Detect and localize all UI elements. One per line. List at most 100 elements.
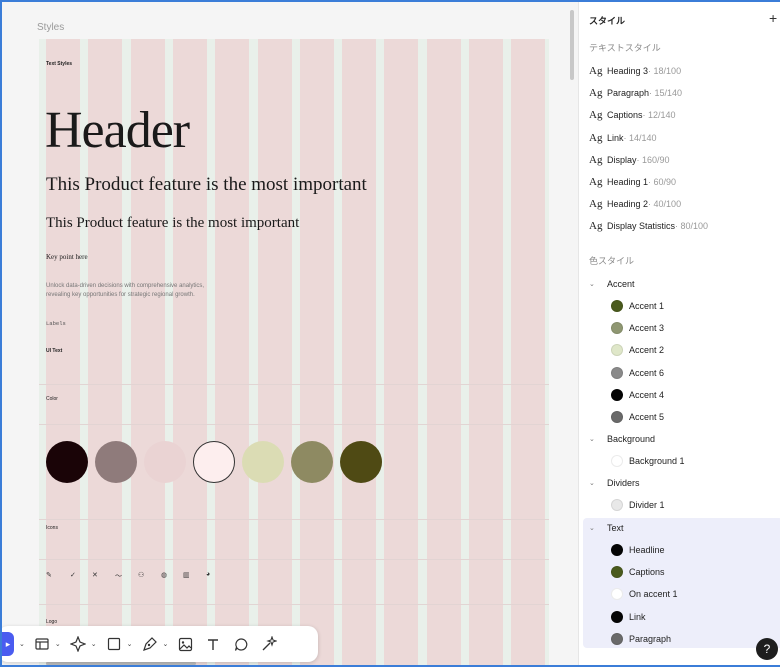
frame-icon [35,638,49,650]
layout-grid-column [384,39,419,665]
text-style-meta: · 60/90 [648,177,677,187]
color-style-item[interactable]: Captions [611,563,665,581]
text-tool-button[interactable] [205,636,221,652]
frame-label[interactable]: Styles [37,22,64,33]
canvas-scrollbar-horizontal[interactable] [46,662,196,665]
color-style-name: Divider 1 [629,500,665,510]
layout-grid-column [469,39,503,665]
color-swatch [46,441,88,483]
design-canvas[interactable]: Styles Text Styles Header This Product f… [2,2,576,665]
color-swatch [291,441,333,483]
text-style-name: Display Statistics [607,221,676,232]
text-style-item[interactable]: Ag Heading 1 · 60/90 [589,173,676,191]
comment-tool-button[interactable] [233,636,249,652]
text-style-item[interactable]: Ag Heading 2 · 40/100 [589,195,681,213]
text-style-item[interactable]: Ag Paragraph · 15/140 [589,84,682,102]
text-style-item[interactable]: Ag Link · 14/140 [589,129,657,147]
color-style-name: Accent 4 [629,389,665,400]
color-style-item[interactable]: Accent 1 [611,297,664,315]
add-style-button[interactable]: + [769,10,777,26]
text-style-name: Heading 2 [607,199,649,210]
ai-tool-button[interactable] [261,636,278,652]
chevron-down-icon: ⌄ [589,525,595,532]
chevron-down-icon[interactable]: ⌄ [127,640,133,648]
color-style-name: Link [629,611,646,622]
ui-text-sample: UI Text [46,348,63,354]
header-sample: Header [45,102,190,159]
text-style-glyph: Ag [589,220,603,233]
color-style-item[interactable]: Accent 3 [611,319,664,337]
text-style-glyph: Ag [589,109,603,122]
text-style-meta: · 80/100 [675,221,709,232]
color-styles-heading: 色スタイル [589,256,635,266]
color-style-item[interactable]: Paragraph [611,630,671,648]
text-style-glyph: Ag [589,87,603,100]
image-tool-button[interactable] [177,636,193,652]
chevron-down-icon[interactable]: ⌄ [55,640,61,648]
canvas-scrollbar-vertical[interactable] [570,10,574,80]
text-style-name: Heading 1 [607,177,649,187]
text-style-glyph: Ag [589,198,603,211]
color-style-item[interactable]: Link [611,608,646,626]
text-style-glyph: Ag [589,131,603,144]
color-dot [611,455,623,467]
color-style-item[interactable]: Divider 1 [611,496,665,514]
chevron-down-icon[interactable]: ⌄ [91,640,97,648]
icons-section-label: Icons [46,525,58,531]
color-dot [611,388,623,401]
chevron-down-icon[interactable]: ⌄ [19,640,25,648]
color-style-item[interactable]: On accent 1 [611,585,678,603]
color-style-item[interactable]: Accent 5 [611,408,664,426]
color-dot [611,610,623,623]
trash-icon: ▥ [183,572,190,579]
color-style-item[interactable]: Background 1 [611,452,685,470]
color-style-item[interactable]: Headline [611,541,665,559]
layout-grid-column [215,39,250,665]
component-tool-button[interactable] [69,636,86,652]
text-icon [208,639,219,650]
chevron-down-icon: ⌄ [589,281,595,288]
styles-frame[interactable]: Text Styles Header This Product feature … [39,39,549,665]
tag-icon: ✎ [46,572,52,579]
color-swatch [144,441,186,483]
text-style-item[interactable]: Ag Captions · 12/140 [589,106,676,124]
color-dot [611,344,623,357]
palette-icon: ◕ [206,571,211,578]
text-style-meta: · 15/140 [649,88,683,99]
color-style-name: Paragraph [629,633,672,644]
color-style-item[interactable]: Accent 6 [611,364,664,382]
text-style-name: Heading 3 [607,66,649,76]
group-text[interactable]: ⌄ Text [589,519,624,537]
color-style-item[interactable]: Accent 2 [611,341,664,359]
color-swatch [193,441,235,483]
pen-tool-button[interactable] [142,636,158,652]
color-style-item[interactable]: Accent 4 [611,386,664,404]
globe-icon: ◍ [161,572,168,579]
color-dot [611,632,623,645]
color-swatch [340,441,382,483]
users-icon: ⚇ [138,572,145,579]
group-label: Dividers [607,478,640,488]
bottom-toolbar: ▸ ⌄ ⌄ ⌄ ⌄ ⌄ [2,626,318,662]
text-style-name: Display [607,154,637,165]
help-button[interactable]: ? [756,638,778,660]
styles-panel: スタイル + テキストスタイル Ag Heading 3 · 18/100 Ag Pa… [578,2,780,665]
group-accent[interactable]: ⌄ Accent [589,275,635,293]
comment-icon [234,637,248,651]
color-style-name: Accent 3 [629,323,665,334]
text-style-item[interactable]: Ag Display · 160/90 [589,151,670,169]
color-style-name: Captions [629,567,665,578]
frame-tool-button[interactable] [34,636,50,652]
color-dot [611,588,623,601]
group-dividers[interactable]: ⌄ Dividers [589,474,640,492]
subheading-sample-2: This Product feature is the most importa… [46,215,300,231]
chevron-down-icon[interactable]: ⌄ [163,640,169,648]
text-style-name: Paragraph [607,88,650,99]
group-label: Text [607,523,624,533]
text-style-meta: · 18/100 [648,66,682,76]
shape-tool-button[interactable] [106,636,122,652]
move-tool-button[interactable]: ▸ [2,632,14,656]
text-style-item[interactable]: Ag Display Statistics · 80/100 [589,217,708,235]
text-style-item[interactable]: Ag Heading 3 · 18/100 [589,62,681,80]
group-background[interactable]: ⌄ Background [589,430,655,448]
